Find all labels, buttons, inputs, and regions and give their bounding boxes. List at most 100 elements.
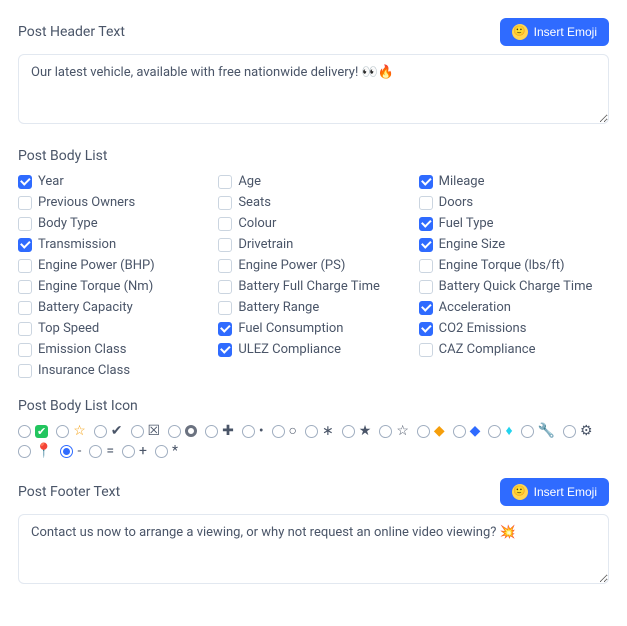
check-item[interactable]: Year <box>18 174 208 189</box>
post-header-textarea[interactable] <box>18 54 609 124</box>
radio[interactable] <box>60 445 73 458</box>
post-footer-textarea[interactable] <box>18 514 609 584</box>
checkbox[interactable] <box>218 217 232 231</box>
radio[interactable] <box>18 445 31 458</box>
icon-radio-gem[interactable]: ♦ <box>488 424 512 438</box>
radio[interactable] <box>521 425 534 438</box>
checkbox[interactable] <box>218 322 232 336</box>
check-item[interactable]: Drivetrain <box>218 237 408 252</box>
radio[interactable] <box>155 445 168 458</box>
checkbox[interactable] <box>419 259 433 273</box>
check-item[interactable]: Battery Quick Charge Time <box>419 279 609 294</box>
icon-radio-small-circle[interactable]: ○ <box>272 424 297 438</box>
insert-emoji-header-button[interactable]: 🙂 Insert Emoji <box>500 18 609 46</box>
radio[interactable] <box>272 425 285 438</box>
checkbox[interactable] <box>18 364 32 378</box>
icon-radio-star-black[interactable]: ★ <box>342 424 372 438</box>
check-item[interactable]: Mileage <box>419 174 609 189</box>
checkbox[interactable] <box>419 196 433 210</box>
check-item[interactable]: Insurance Class <box>18 363 208 378</box>
check-item[interactable]: Fuel Consumption <box>218 321 408 336</box>
icon-radio-star-outline[interactable]: ☆ <box>379 424 409 438</box>
checkbox[interactable] <box>419 343 433 357</box>
checkbox[interactable] <box>218 280 232 294</box>
radio[interactable] <box>453 425 466 438</box>
checkbox[interactable] <box>218 343 232 357</box>
checkbox[interactable] <box>218 259 232 273</box>
radio[interactable] <box>168 425 181 438</box>
icon-radio-pin[interactable]: 📍 <box>18 444 52 458</box>
check-item[interactable]: Seats <box>218 195 408 210</box>
check-item[interactable]: Battery Capacity <box>18 300 208 315</box>
icon-radio-check-mark[interactable]: ✔ <box>94 424 123 438</box>
check-item[interactable]: Battery Full Charge Time <box>218 279 408 294</box>
checkbox[interactable] <box>419 301 433 315</box>
check-item[interactable]: Body Type <box>18 216 208 231</box>
check-item[interactable]: Fuel Type <box>419 216 609 231</box>
checkbox[interactable] <box>18 280 32 294</box>
check-item[interactable]: Engine Power (PS) <box>218 258 408 273</box>
icon-radio-plus-bold[interactable]: ✚ <box>205 424 234 438</box>
check-item[interactable]: Top Speed <box>18 321 208 336</box>
checkbox[interactable] <box>419 217 433 231</box>
check-item[interactable]: Acceleration <box>419 300 609 315</box>
check-item[interactable]: Battery Range <box>218 300 408 315</box>
check-item[interactable]: Doors <box>419 195 609 210</box>
checkbox[interactable] <box>419 322 433 336</box>
check-item[interactable]: Age <box>218 174 408 189</box>
radio[interactable] <box>305 425 318 438</box>
checkbox[interactable] <box>18 343 32 357</box>
check-item[interactable]: Engine Size <box>419 237 609 252</box>
checkbox[interactable] <box>419 175 433 189</box>
radio[interactable] <box>89 445 102 458</box>
icon-radio-bullet[interactable]: • <box>242 424 264 438</box>
icon-radio-dash[interactable]: - <box>60 444 81 458</box>
icon-radio-asterisk[interactable]: ∗ <box>305 424 334 438</box>
icon-radio-green-check[interactable]: ✔ <box>18 425 48 438</box>
check-item[interactable]: Engine Torque (Nm) <box>18 279 208 294</box>
checkbox[interactable] <box>419 280 433 294</box>
check-item[interactable]: Emission Class <box>18 342 208 357</box>
icon-radio-ballot[interactable]: ☒ <box>131 424 161 438</box>
icon-radio-ring[interactable] <box>168 425 197 438</box>
checkbox[interactable] <box>419 238 433 252</box>
checkbox[interactable] <box>18 322 32 336</box>
radio[interactable] <box>205 425 218 438</box>
icon-radio-star-gold[interactable]: ☆ <box>56 424 86 438</box>
icon-radio-diamond-gold[interactable]: ◆ <box>417 424 445 438</box>
radio[interactable] <box>342 425 355 438</box>
icon-radio-diamond-blue[interactable]: ◆ <box>453 424 481 438</box>
radio[interactable] <box>122 445 135 458</box>
icon-radio-plus[interactable]: + <box>122 444 147 458</box>
radio[interactable] <box>563 425 576 438</box>
radio[interactable] <box>379 425 392 438</box>
check-item[interactable]: CO2 Emissions <box>419 321 609 336</box>
checkbox[interactable] <box>18 196 32 210</box>
radio[interactable] <box>131 425 144 438</box>
check-item[interactable]: Engine Torque (lbs/ft) <box>419 258 609 273</box>
check-item[interactable]: Transmission <box>18 237 208 252</box>
checkbox[interactable] <box>218 238 232 252</box>
icon-radio-gear[interactable]: ⚙ <box>563 424 593 438</box>
check-item[interactable]: Engine Power (BHP) <box>18 258 208 273</box>
icon-radio-star-tiny[interactable]: * <box>155 444 178 458</box>
checkbox[interactable] <box>18 301 32 315</box>
checkbox[interactable] <box>18 217 32 231</box>
radio[interactable] <box>56 425 69 438</box>
check-item[interactable]: Previous Owners <box>18 195 208 210</box>
radio[interactable] <box>94 425 107 438</box>
check-item[interactable]: ULEZ Compliance <box>218 342 408 357</box>
check-item[interactable]: CAZ Compliance <box>419 342 609 357</box>
checkbox[interactable] <box>18 259 32 273</box>
icon-radio-equals[interactable]: = <box>89 444 114 458</box>
check-item[interactable]: Colour <box>218 216 408 231</box>
radio[interactable] <box>417 425 430 438</box>
checkbox[interactable] <box>218 196 232 210</box>
radio[interactable] <box>242 425 255 438</box>
radio[interactable] <box>488 425 501 438</box>
checkbox[interactable] <box>18 238 32 252</box>
checkbox[interactable] <box>218 301 232 315</box>
checkbox[interactable] <box>218 175 232 189</box>
radio[interactable] <box>18 425 31 438</box>
checkbox[interactable] <box>18 175 32 189</box>
